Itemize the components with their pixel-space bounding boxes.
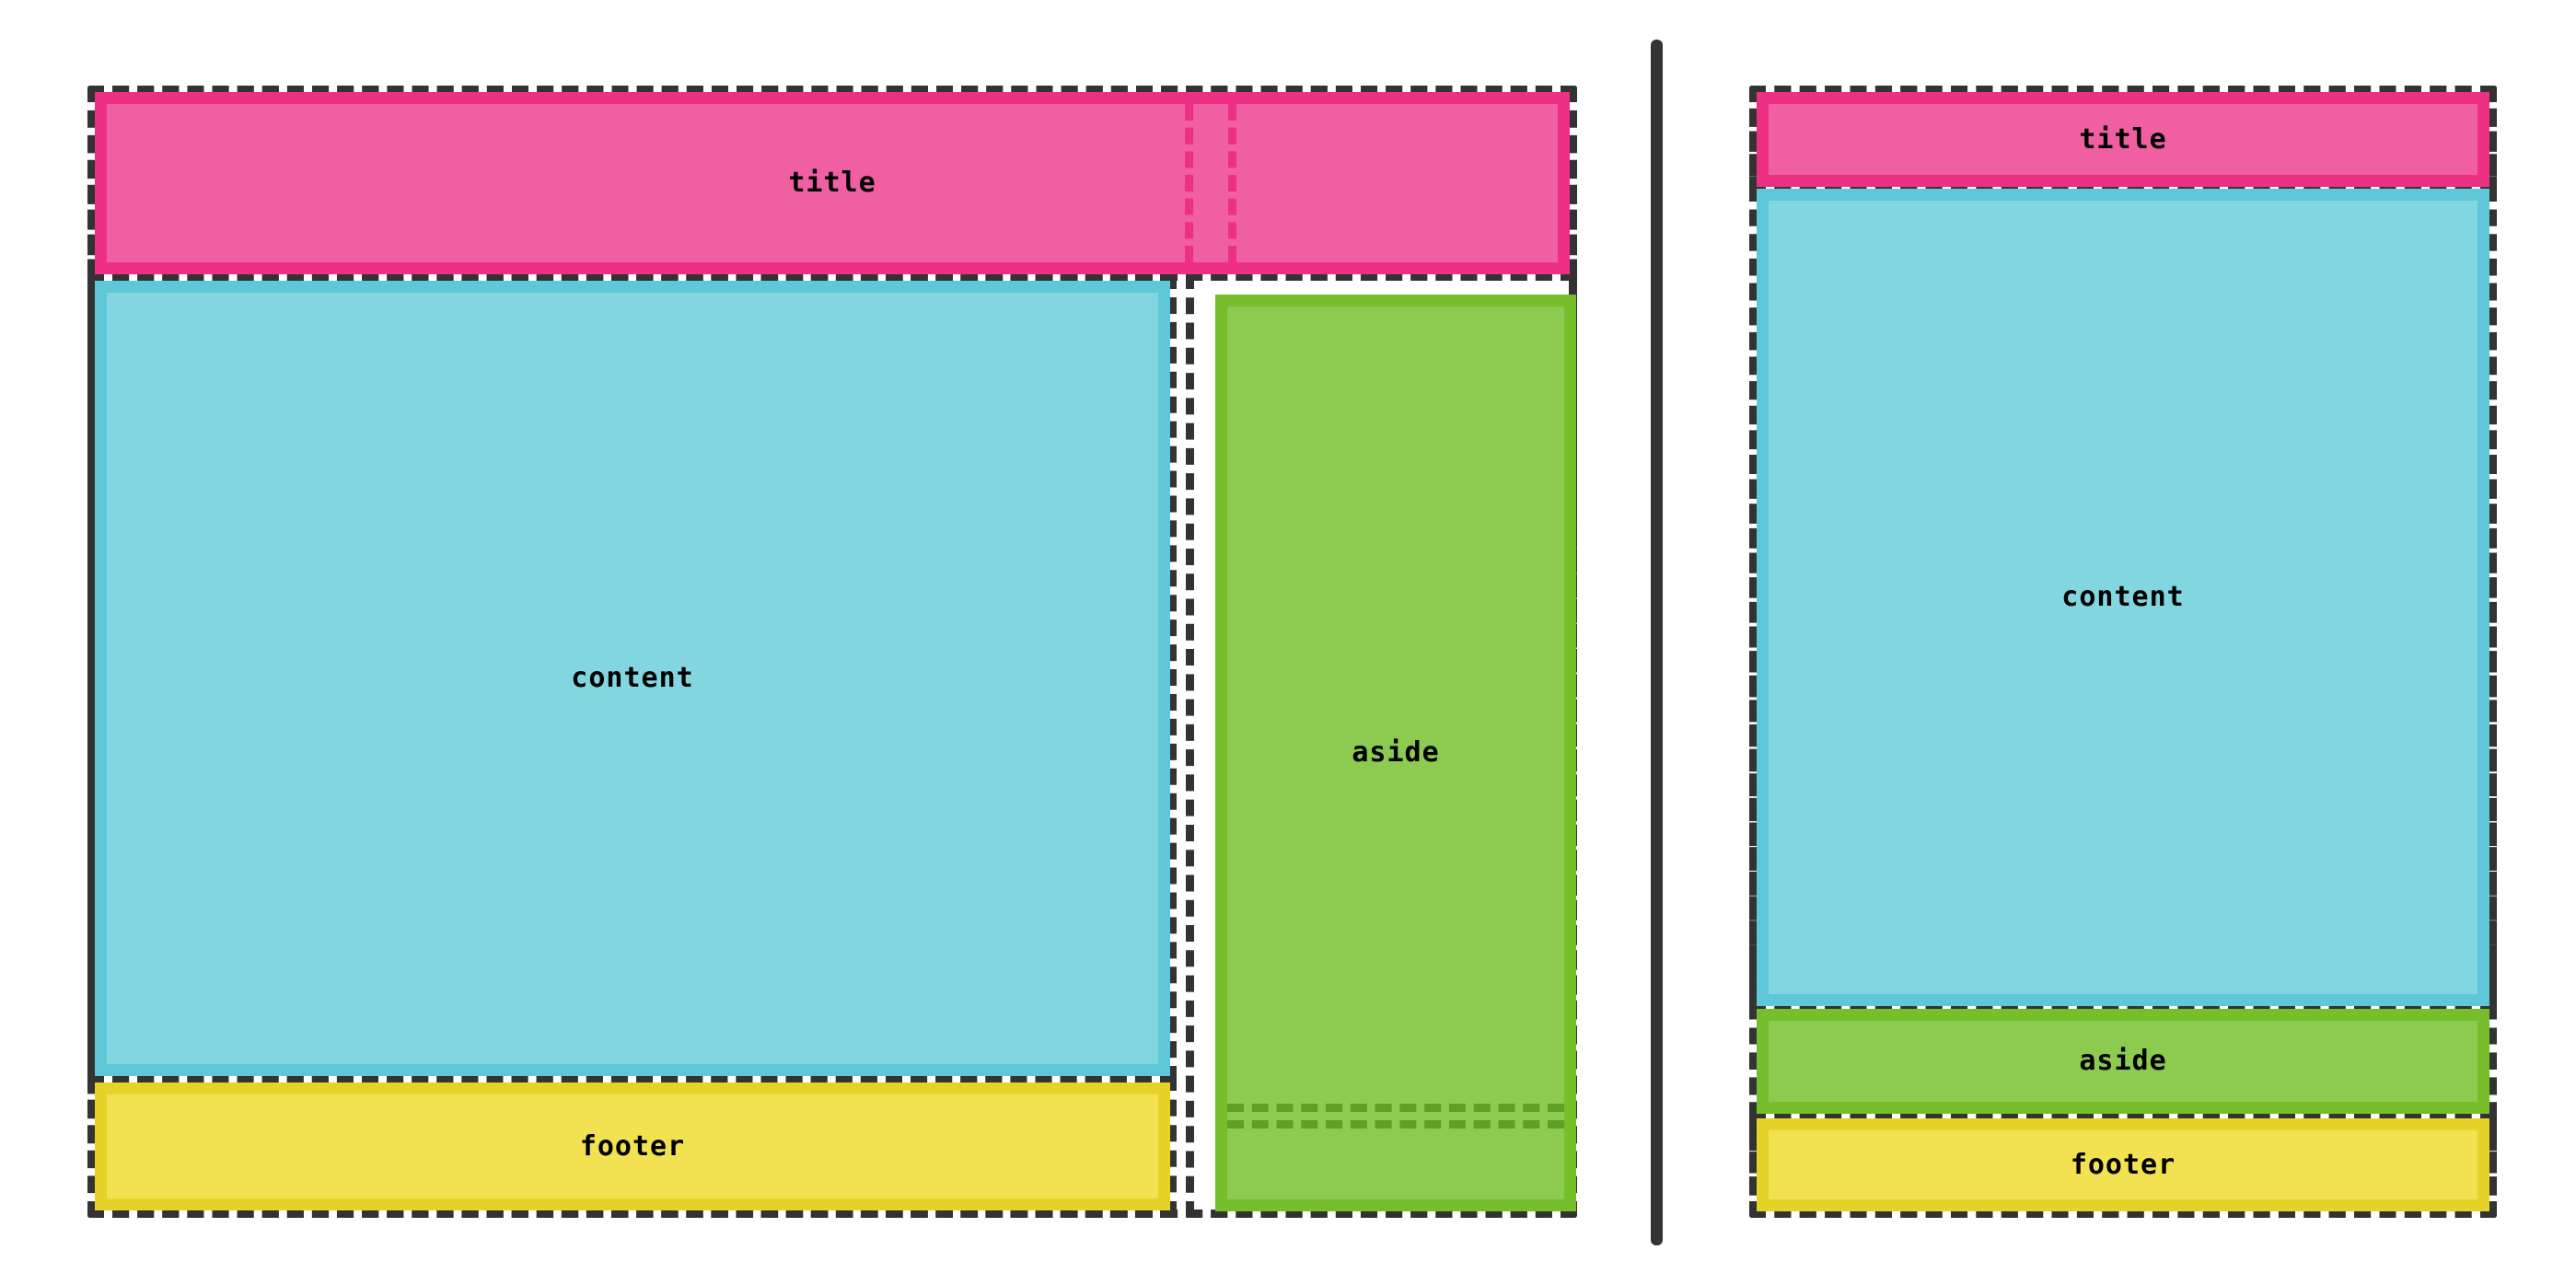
area-content-label: content	[2061, 581, 2185, 613]
area-aside-label: aside	[2079, 1045, 2167, 1077]
area-aside-wide[interactable]: aside	[1215, 295, 1576, 1211]
aside-gutter-line-bottom	[1227, 1120, 1564, 1129]
aside-gutter-line-top	[1227, 1104, 1564, 1112]
area-aside-stacked[interactable]: aside	[1757, 1009, 2489, 1114]
area-title-label: title	[788, 167, 876, 199]
area-content-label: content	[571, 662, 694, 694]
title-gutter-line-right	[1228, 104, 1236, 262]
area-title-label: title	[2079, 122, 2167, 156]
title-gutter-line-left	[1185, 104, 1193, 262]
area-footer-label: footer	[2070, 1148, 2176, 1181]
area-footer-wide[interactable]: footer	[95, 1082, 1170, 1210]
area-footer-label: footer	[579, 1129, 686, 1163]
area-title-wide[interactable]: title	[95, 92, 1570, 274]
area-aside-label: aside	[1352, 736, 1440, 769]
panel-separator	[1651, 40, 1663, 1245]
area-content-wide[interactable]: content	[95, 281, 1170, 1076]
area-footer-stacked[interactable]: footer	[1757, 1118, 2489, 1211]
diagram-stage: title content footer aside title content…	[0, 0, 2576, 1285]
area-content-stacked[interactable]: content	[1757, 189, 2489, 1006]
area-title-stacked[interactable]: title	[1757, 92, 2489, 187]
